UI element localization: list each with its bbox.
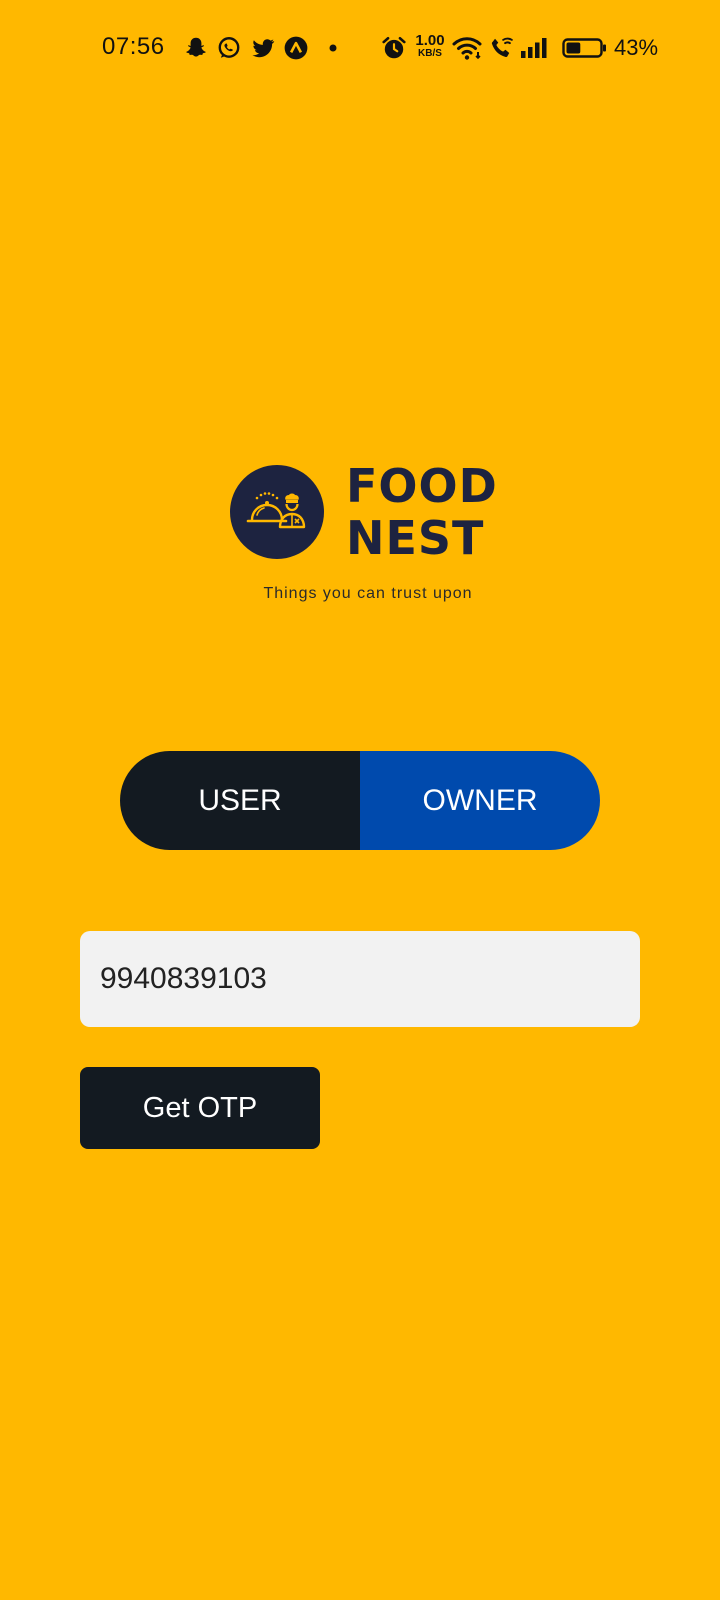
- snapchat-icon: [183, 35, 209, 61]
- role-toggle: USER OWNER: [120, 751, 600, 850]
- chef-cloche-icon: [230, 465, 324, 559]
- whatsapp-icon: [216, 35, 242, 61]
- phone-number-input[interactable]: [80, 931, 640, 1027]
- status-bar: 07:56 1.00 KB/S 43%: [0, 0, 720, 96]
- more-dot-icon: [327, 35, 339, 61]
- status-time: 07:56: [102, 33, 165, 60]
- network-speed: 1.00 KB/S: [415, 32, 445, 59]
- wifi-icon: [452, 35, 482, 61]
- wifi-call-icon: [488, 35, 514, 61]
- brand-name-line1: FOOD: [346, 459, 498, 513]
- brand-tagline: Things you can trust upon: [263, 585, 473, 602]
- get-otp-button[interactable]: Get OTP: [80, 1067, 320, 1149]
- brand-logo: FOOD NEST Things you can trust upon: [228, 455, 528, 605]
- twitter-icon: [250, 35, 276, 61]
- alarm-icon: [381, 35, 407, 61]
- brand-name-line2: NEST: [346, 511, 485, 565]
- signal-icon: [520, 35, 548, 61]
- role-owner-option[interactable]: OWNER: [360, 751, 600, 850]
- role-user-option[interactable]: USER: [120, 751, 360, 850]
- battery-icon: [562, 35, 608, 61]
- app-launcher-icon: [283, 35, 309, 61]
- battery-percent: 43%: [614, 35, 659, 60]
